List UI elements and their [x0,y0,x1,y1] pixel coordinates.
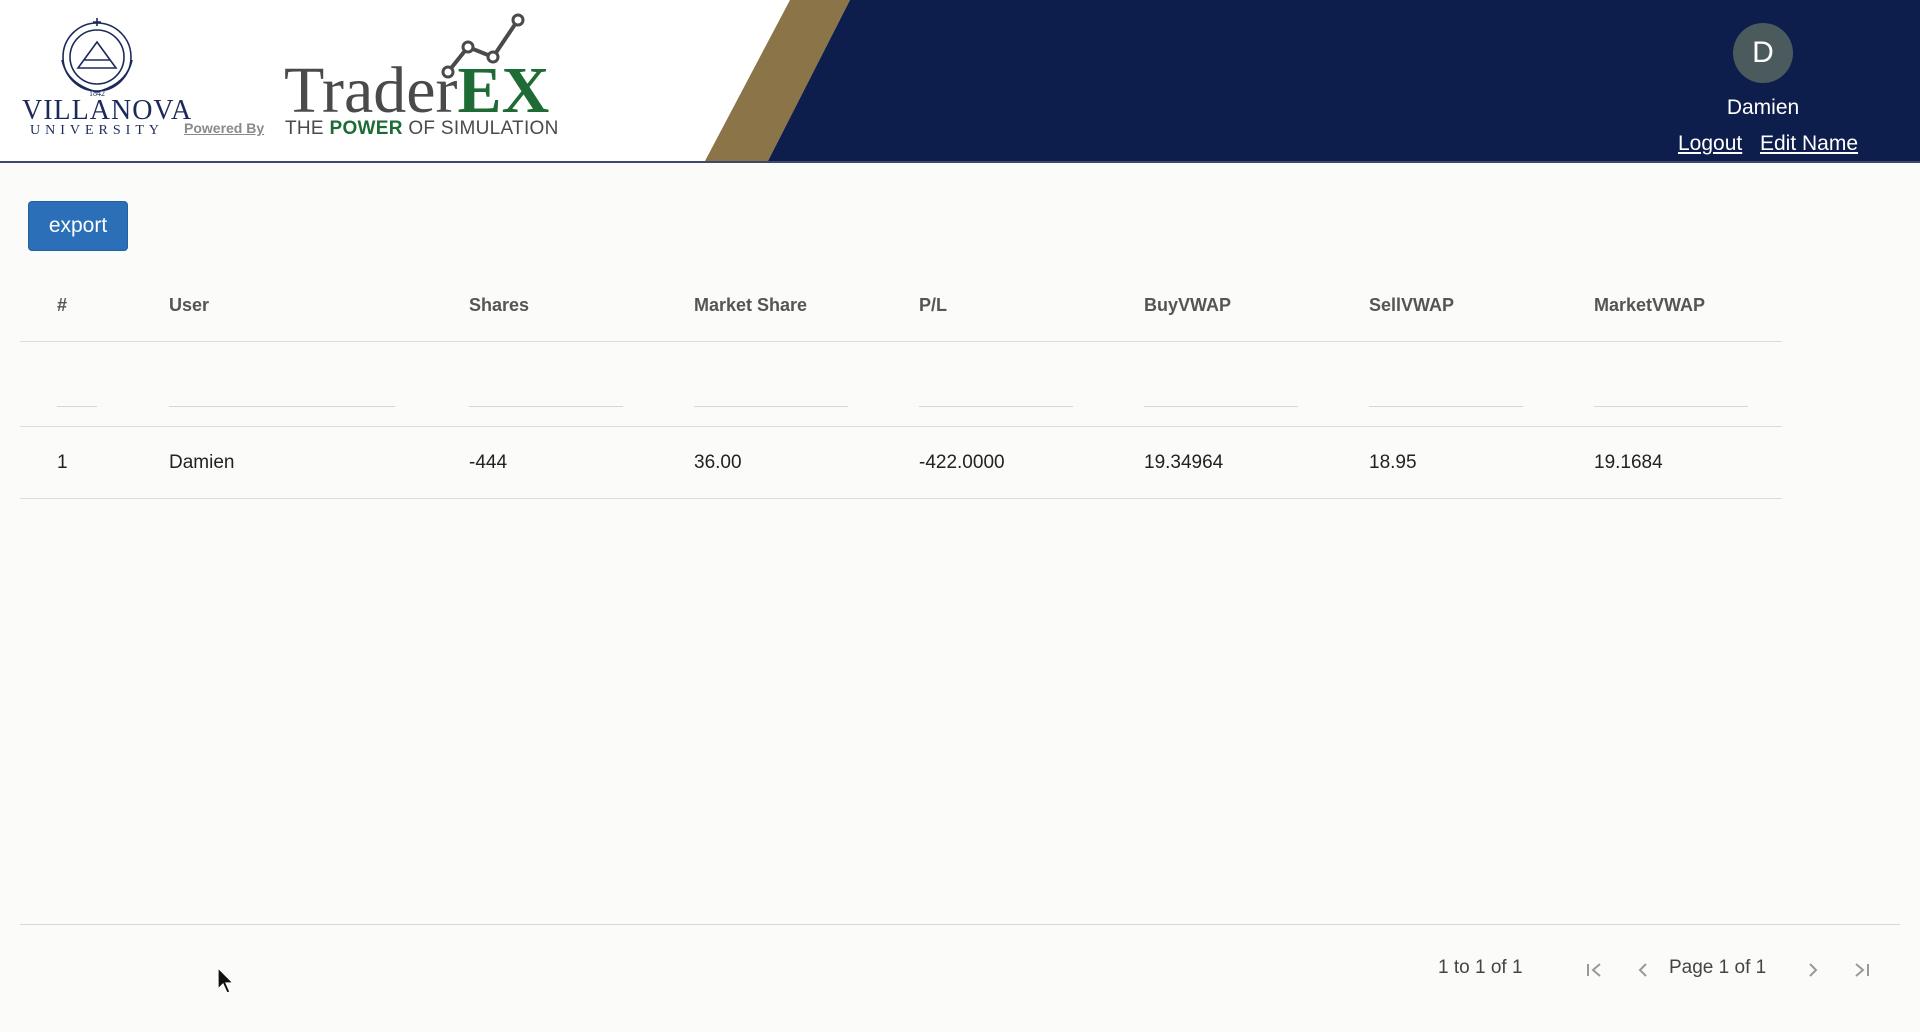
cell-market-share: 36.00 [694,451,742,473]
table-row[interactable]: 1 Damien -444 36.00 -422.0000 19.34964 1… [20,427,1782,499]
filter-input-user[interactable] [169,406,395,407]
tagline-pre: THE [285,118,330,139]
cell-rank: 1 [57,451,68,473]
cell-buy-vwap: 19.34964 [1144,451,1224,473]
traderex-ex: EX [457,54,550,127]
cell-shares: -444 [469,451,508,473]
filter-input-pl[interactable] [919,406,1073,407]
cell-market-vwap: 19.1684 [1594,451,1663,473]
column-header-pl[interactable]: P/L [919,270,947,341]
filter-input-shares[interactable] [469,406,623,407]
next-page-icon[interactable] [1798,955,1828,985]
filter-input-market-vwap[interactable] [1594,406,1748,407]
column-header-sell-vwap[interactable]: SellVWAP [1369,270,1454,341]
user-avatar[interactable]: D [1733,23,1793,83]
first-page-icon[interactable] [1580,955,1610,985]
page-summary: Page 1 of 1 [1669,957,1767,978]
filter-input-buy-vwap[interactable] [1144,406,1298,407]
grid-header-row: # User Shares Market Share P/L BuyVWAP S… [20,270,1782,342]
mouse-cursor-icon [217,967,235,994]
tagline-post: OF SIMULATION [402,118,559,139]
filter-input-rank[interactable] [57,406,97,407]
pagination-panel: 1 to 1 of 1 Page 1 of 1 [20,924,1900,1024]
export-button[interactable]: export [28,201,128,251]
column-header-market-share[interactable]: Market Share [694,270,807,341]
traderex-trader: Trader [284,54,458,127]
university-name: VILLANOVA [22,95,193,126]
column-header-rank[interactable]: # [57,270,67,341]
column-header-shares[interactable]: Shares [469,270,529,341]
cell-pl: -422.0000 [919,451,1005,473]
grid-filter-row [20,342,1782,427]
row-count-summary: 1 to 1 of 1 [1438,957,1523,978]
powered-by-link[interactable]: Powered By [184,120,264,136]
university-subtitle: UNIVERSITY [30,123,164,138]
filter-input-market-share[interactable] [694,406,848,407]
cell-user: Damien [169,451,235,473]
logout-link[interactable]: Logout [1678,132,1742,156]
cell-sell-vwap: 18.95 [1369,451,1417,473]
tagline-power: POWER [329,118,403,139]
edit-name-link[interactable]: Edit Name [1760,132,1858,156]
traderex-wordmark: TraderEX [284,58,549,124]
column-header-market-vwap[interactable]: MarketVWAP [1594,270,1705,341]
column-header-buy-vwap[interactable]: BuyVWAP [1144,270,1231,341]
column-header-user[interactable]: User [169,270,209,341]
app-header: 1842 VILLANOVA UNIVERSITY Powered By Tra… [0,0,1920,163]
leaderboard-grid: # User Shares Market Share P/L BuyVWAP S… [20,270,1782,499]
filter-input-sell-vwap[interactable] [1369,406,1523,407]
traderex-tagline: THE POWER OF SIMULATION [285,118,559,140]
user-name: Damien [1726,96,1800,119]
previous-page-icon[interactable] [1628,955,1658,985]
last-page-icon[interactable] [1846,955,1876,985]
